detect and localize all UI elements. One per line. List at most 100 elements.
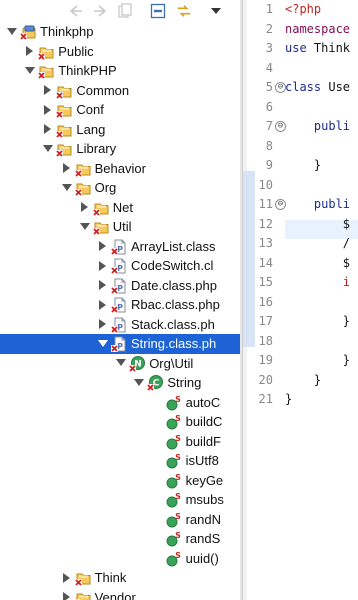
tree-item[interactable]: SkeyGe xyxy=(0,471,240,491)
expanded-arrow-icon[interactable] xyxy=(79,217,91,237)
code-line: i xyxy=(285,273,350,293)
collapse-all-icon[interactable] xyxy=(150,3,166,19)
package-folder-icon xyxy=(56,102,72,118)
expanded-arrow-icon[interactable] xyxy=(6,22,18,42)
collapsed-arrow-icon[interactable] xyxy=(97,276,109,296)
collapsed-arrow-icon[interactable] xyxy=(79,198,91,218)
collapsed-arrow-icon[interactable] xyxy=(61,159,73,179)
tree-item[interactable]: Library xyxy=(0,139,240,159)
tree-item-label: String.class.ph xyxy=(131,336,217,351)
static-method-icon: S xyxy=(166,551,182,567)
forward-arrow-icon[interactable] xyxy=(92,3,108,19)
code-token: class xyxy=(285,80,322,94)
folder-icon xyxy=(38,63,54,79)
code-editor[interactable]: 1 2 3 4 5 6 7 8 9 10 11 12 13 14 15 16 17 18 19 20 21 ⊖ ⊖ ⊖ <?… xyxy=(243,0,358,600)
code-line: } xyxy=(285,156,321,176)
tree-item[interactable]: SisUtf8 xyxy=(0,451,240,471)
tree-item-label: Think xyxy=(94,570,127,585)
tree-item-label: Library xyxy=(76,141,117,156)
tree-item-label: uuid() xyxy=(185,550,219,566)
tree-item[interactable]: Vendor xyxy=(0,588,240,600)
tree-item[interactable]: SrandN xyxy=(0,510,240,530)
tree-item[interactable]: Smsubs xyxy=(0,490,240,510)
line-number: 4 xyxy=(265,60,273,75)
project-tree: Thinkphp Public ThinkPHP Common Conf Lang Libr… xyxy=(0,22,240,600)
static-method-icon: S xyxy=(166,395,182,411)
view-menu-icon[interactable] xyxy=(208,3,224,19)
collapsed-arrow-icon[interactable] xyxy=(97,256,109,276)
collapsed-arrow-icon[interactable] xyxy=(97,295,109,315)
link-with-editor-icon[interactable] xyxy=(176,3,192,19)
expanded-arrow-icon[interactable] xyxy=(24,61,36,81)
tree-item[interactable]: P Date.class.php xyxy=(0,276,240,296)
tree-item[interactable]: ThinkPHP xyxy=(0,61,240,81)
line-number: 21 xyxy=(258,392,273,406)
expanded-arrow-icon[interactable] xyxy=(133,373,145,393)
home-icon[interactable] xyxy=(117,3,133,19)
code-line: namespace xyxy=(285,20,350,40)
line-number: 12 xyxy=(258,216,273,231)
collapsed-arrow-icon[interactable] xyxy=(97,237,109,257)
tree-item-label: Util xyxy=(112,219,132,234)
tree-item[interactable]: Conf xyxy=(0,100,240,120)
back-arrow-icon[interactable] xyxy=(68,3,84,19)
line-number: 2 xyxy=(265,21,273,36)
svg-text:S: S xyxy=(175,492,181,501)
code-token: publi xyxy=(285,119,351,133)
line-number: 20 xyxy=(258,372,273,387)
svg-text:S: S xyxy=(175,414,181,423)
collapsed-arrow-icon[interactable] xyxy=(42,100,54,120)
tree-item[interactable]: Public xyxy=(0,42,240,62)
tree-item[interactable]: P Rbac.class.php xyxy=(0,295,240,315)
code-token: Think xyxy=(306,41,351,55)
tree-item[interactable]: P CodeSwitch.cl xyxy=(0,256,240,276)
tree-item[interactable]: P Stack.class.ph xyxy=(0,315,240,335)
tree-item[interactable]: P String.class.ph xyxy=(0,334,240,354)
package-folder-icon xyxy=(74,161,91,177)
tree-item[interactable]: C String xyxy=(0,373,240,393)
tree-item[interactable]: Behavior xyxy=(0,159,240,179)
collapsed-arrow-icon[interactable] xyxy=(61,588,73,600)
package-folder-icon xyxy=(56,122,72,138)
tree-item[interactable]: Suuid() xyxy=(0,549,240,569)
tree-item[interactable]: Think xyxy=(0,568,240,588)
tree-item-label: Rbac.class.php xyxy=(131,297,220,312)
tree-item-label: ThinkPHP xyxy=(58,63,117,78)
line-number: 3 xyxy=(265,41,273,55)
static-method-icon: S xyxy=(166,473,182,489)
expanded-arrow-icon[interactable] xyxy=(42,139,54,159)
tree-item[interactable]: Util xyxy=(0,217,240,237)
tree-item[interactable]: SbuildF xyxy=(0,432,240,452)
tree-item[interactable]: Net xyxy=(0,198,240,218)
collapsed-arrow-icon[interactable] xyxy=(42,120,54,140)
tree-item[interactable]: Lang xyxy=(0,120,240,140)
tree-item[interactable]: P ArrayList.class xyxy=(0,237,240,257)
code-line: } xyxy=(285,371,321,391)
expanded-arrow-icon[interactable] xyxy=(97,334,109,354)
tree-item[interactable]: Org xyxy=(0,178,240,198)
collapsed-arrow-icon[interactable] xyxy=(24,42,36,62)
code-line: class Use xyxy=(285,78,350,98)
tree-item[interactable]: SbuildC xyxy=(0,412,240,432)
collapsed-arrow-icon[interactable] xyxy=(61,568,73,588)
expanded-arrow-icon[interactable] xyxy=(115,354,127,374)
tree-item[interactable]: N Org\Util xyxy=(0,354,240,374)
collapsed-arrow-icon[interactable] xyxy=(97,315,109,335)
line-number: 9 xyxy=(265,158,273,172)
package-folder-icon xyxy=(56,83,72,99)
tree-item[interactable]: SautoC xyxy=(0,393,240,413)
static-method-icon: S xyxy=(166,434,182,450)
expanded-arrow-icon[interactable] xyxy=(61,178,73,198)
tree-item-label: Vendor xyxy=(94,589,136,600)
tree-item[interactable]: Common xyxy=(0,81,240,101)
tree-item-label: buildF xyxy=(185,433,222,449)
package-folder-icon xyxy=(92,219,109,235)
code-area[interactable]: <?php namespace use Think class Use publi }… xyxy=(285,0,358,600)
svg-text:S: S xyxy=(175,551,181,560)
code-line: } xyxy=(285,390,292,410)
tree-item[interactable]: Thinkphp xyxy=(0,22,240,42)
line-number: 13 xyxy=(258,236,273,250)
tree-item[interactable]: SrandS xyxy=(0,529,240,549)
line-number: 7 xyxy=(265,119,273,133)
collapsed-arrow-icon[interactable] xyxy=(42,81,54,101)
